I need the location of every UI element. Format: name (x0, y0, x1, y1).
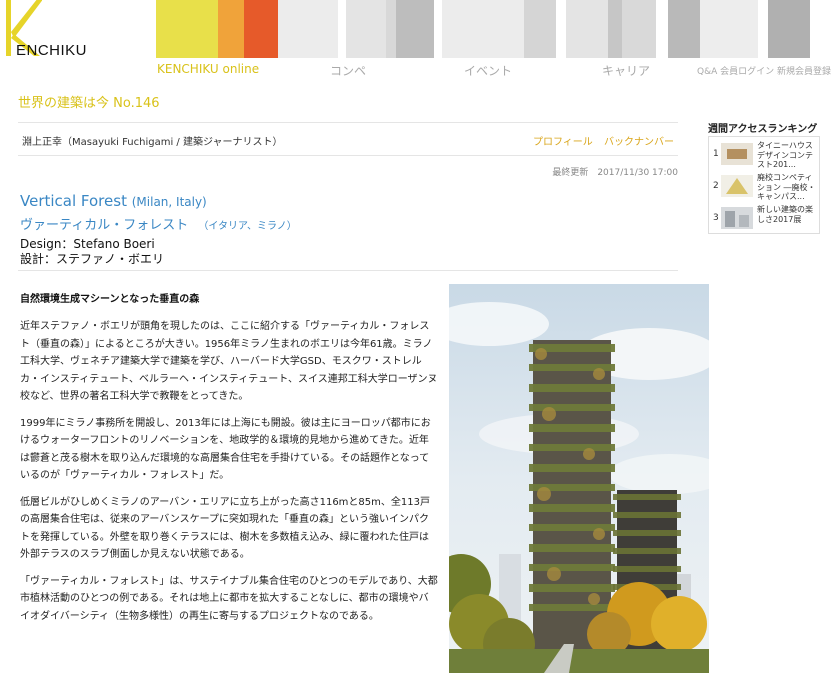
author-links: プロフィール バックナンバー (525, 133, 674, 148)
article-lead: 自然環境生成マシーンとなった垂直の森 (20, 294, 200, 305)
rank-thumbnail (721, 143, 753, 165)
author-name: 淵上正幸（Masayuki Fuchigami / 建築ジャーナリスト） (22, 137, 283, 148)
rank-thumbnail (721, 175, 753, 197)
article-title-en: Vertical Forest (Milan, Italy) (20, 192, 207, 210)
article-body: 近年ステファノ・ボエリが頭角を現したのは、ここに紹介する「ヴァーティカル・フォレ… (20, 318, 438, 634)
rank-title: 新しい建築の楽しさ2017展 (757, 205, 813, 224)
rank-title: 廃校コンペティション ―廃校・キャンパス... (757, 173, 816, 201)
paragraph: 近年ステファノ・ボエリが頭角を現したのは、ここに紹介する「ヴァーティカル・フォレ… (20, 321, 438, 402)
last-updated: 最終更新 2017/11/30 17:00 (552, 168, 678, 178)
design-credit-ja: 設計：ステファノ・ボエリ (20, 252, 165, 266)
article-title-ja: ヴァーティカル・フォレスト （イタリア、ミラノ） (20, 214, 297, 233)
nav-kenchiku-online[interactable]: KENCHIKU online (157, 62, 259, 76)
logo-text: ENCHIKU (16, 42, 88, 59)
header-stripes (140, 0, 833, 58)
site-logo[interactable]: ENCHIKU (0, 0, 140, 60)
nav-account-links[interactable]: Q&A 会員ログイン 新規会員登録 (697, 64, 831, 77)
ranking-title: 週間アクセスランキング (708, 124, 818, 135)
title-ja-text: ヴァーティカル・フォレスト (20, 218, 189, 233)
paragraph: 「ヴァーティカル・フォレスト」は、サステイナブル集合住宅のひとつのモデルであり、… (20, 575, 438, 622)
divider (18, 270, 678, 271)
series-title: 世界の建築は今 No.146 (18, 96, 160, 111)
rank-number: 2 (713, 181, 719, 191)
ranking-item[interactable]: 1 タイニーハウスデザインコンテスト201... (709, 139, 821, 169)
nav-competition[interactable]: コンペ (330, 62, 366, 79)
main-nav: KENCHIKU online コンペ イベント キャリア Q&A 会員ログイン… (0, 60, 833, 82)
ranking-item[interactable]: 2 廃校コンペティション ―廃校・キャンパス... (709, 171, 821, 201)
author-row: 淵上正幸（Masayuki Fuchigami / 建築ジャーナリスト） プロフ… (18, 122, 678, 156)
location-ja: （イタリア、ミラノ） (198, 221, 297, 232)
nav-career[interactable]: キャリア (602, 62, 650, 79)
rank-thumbnail (721, 207, 753, 229)
ranking-item[interactable]: 3 新しい建築の楽しさ2017展 (709, 203, 821, 233)
paragraph: 1999年にミラノ事務所を開設し、2013年には上海にも開設。彼は主にヨーロッパ… (20, 417, 431, 482)
title-en-text: Vertical Forest (20, 192, 127, 210)
vertical-forest-photo (449, 284, 709, 673)
rank-number: 1 (713, 149, 719, 159)
rank-number: 3 (713, 213, 719, 223)
rank-title: タイニーハウスデザインコンテスト201... (757, 141, 813, 169)
backnumber-link[interactable]: バックナンバー (604, 137, 674, 148)
paragraph: 低層ビルがひしめくミラノのアーバン・エリアに立ち上がった高さ116mと85m、全… (20, 496, 430, 561)
article-photo[interactable] (449, 284, 709, 673)
ranking-list: 1 タイニーハウスデザインコンテスト201... 2 廃校コンペティション ―廃… (708, 136, 820, 234)
profile-link[interactable]: プロフィール (533, 137, 593, 148)
nav-event[interactable]: イベント (464, 62, 512, 79)
location-en: (Milan, Italy) (131, 195, 207, 209)
